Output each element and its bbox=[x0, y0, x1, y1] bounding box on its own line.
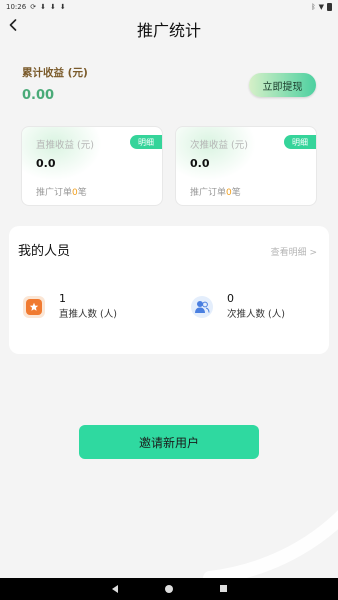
total-earnings-label: 累计收益 (元) bbox=[22, 67, 88, 79]
star-badge-icon bbox=[23, 296, 45, 318]
system-home-icon[interactable] bbox=[165, 585, 173, 593]
direct-people-count: 1 bbox=[59, 292, 66, 305]
people-icon bbox=[191, 296, 213, 318]
system-recents-icon[interactable] bbox=[220, 585, 227, 592]
secondary-orders: 推广订单0笔 bbox=[190, 188, 241, 198]
status-time: 10:26 bbox=[6, 3, 27, 11]
secondary-people-count: 0 bbox=[227, 292, 234, 305]
total-earnings-value: 0.00 bbox=[22, 88, 55, 103]
top-nav: 推广统计 bbox=[0, 14, 338, 40]
secondary-people-stat: 0 次推人数 (人) bbox=[191, 292, 285, 322]
sync-icon: ⟳ bbox=[30, 2, 37, 11]
decorative-swoosh bbox=[203, 510, 338, 580]
my-people-title: 我的人员 bbox=[18, 244, 71, 259]
direct-people-stat: 1 直推人数 (人) bbox=[23, 292, 117, 322]
secondary-earnings-value: 0.0 bbox=[190, 157, 210, 170]
system-nav-bar bbox=[0, 578, 338, 600]
direct-detail-badge[interactable]: 明细 bbox=[130, 135, 162, 149]
direct-earnings-value: 0.0 bbox=[36, 157, 56, 170]
system-back-icon[interactable] bbox=[112, 585, 118, 593]
download-icon: ⬇ bbox=[59, 2, 66, 11]
my-people-card: 我的人员 查看明细 > 1 直推人数 (人) 0 次推人数 (人) bbox=[9, 226, 329, 354]
direct-orders: 推广订单0笔 bbox=[36, 188, 87, 198]
wifi-icon: ▼ bbox=[318, 2, 324, 11]
battery-icon bbox=[327, 3, 332, 11]
download-icon: ⬇ bbox=[40, 2, 46, 11]
view-detail-link[interactable]: 查看明细 > bbox=[271, 245, 317, 258]
bluetooth-icon: ᛒ bbox=[311, 2, 316, 11]
secondary-earnings-card: 次推收益 (元) 0.0 推广订单0笔 明细 bbox=[175, 126, 317, 206]
secondary-earnings-title: 次推收益 (元) bbox=[190, 140, 248, 151]
direct-people-label: 直推人数 (人) bbox=[59, 309, 117, 320]
invite-new-user-button[interactable]: 邀请新用户 bbox=[79, 425, 259, 459]
withdraw-button[interactable]: 立即提现 bbox=[249, 73, 316, 97]
secondary-people-label: 次推人数 (人) bbox=[227, 309, 285, 320]
secondary-detail-badge[interactable]: 明细 bbox=[284, 135, 316, 149]
direct-earnings-card: 直推收益 (元) 0.0 推广订单0笔 明细 bbox=[21, 126, 163, 206]
page-title: 推广统计 bbox=[136, 21, 201, 40]
status-bar: 10:26 ⟳ ⬇ ⬇ ⬇ ᛒ ▼ bbox=[0, 0, 338, 14]
download-icon: ⬇ bbox=[49, 2, 56, 11]
direct-earnings-title: 直推收益 (元) bbox=[36, 140, 94, 151]
